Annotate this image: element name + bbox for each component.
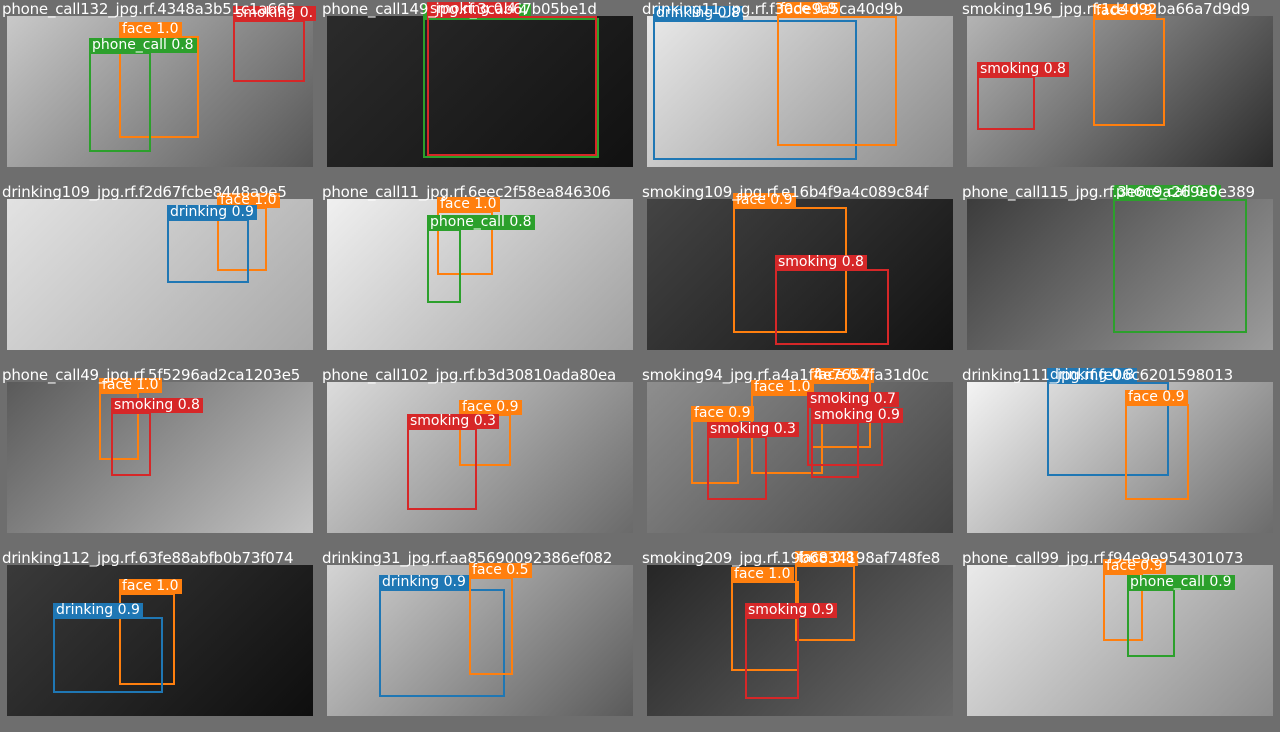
grayscale-photo: face 0.9 phone_call 0.9 xyxy=(967,559,1273,716)
result-tile: face 0.9 smoking 0.8 smoking109_jpg.rf.e16… xyxy=(640,183,960,366)
image-filename: phone_call99_jpg.rf.f94e9e954301073 xyxy=(962,549,1244,567)
bbox-phone-call: phone_call 0.8 xyxy=(1113,185,1247,333)
bbox-face: face 0.9 xyxy=(777,2,897,146)
image-filename: smoking94_jpg.rf.a4a1f4e7654fa31d0c xyxy=(642,366,929,384)
bbox-smoking: smoking 0.8 xyxy=(977,62,1069,130)
grayscale-photo: face 0.9 smoking 0.3 xyxy=(327,382,633,533)
bbox-phone-call: phone_call 0.8 xyxy=(89,38,197,152)
image-filename: phone_call115_jpg.rf.3e6c9a269e0e389 xyxy=(962,183,1255,201)
image-filename: drinking11_jpg.rf.f30de9a5ca40d9b xyxy=(642,0,903,18)
bbox-label: phone_call 0.8 xyxy=(427,215,535,230)
grayscale-photo: face 0.7 face 1.0 smoking 0.7 face 0.9 smoki… xyxy=(647,368,953,533)
bbox-phone-call: phone_call 0.8 xyxy=(427,215,535,303)
image-filename: phone_call132_jpg.rf.4348a3b51c1a665 xyxy=(2,0,296,18)
result-tile: face 0.9 phone_call 0.9 phone_call99_jpg.r… xyxy=(960,549,1280,732)
image-filename: smoking109_jpg.rf.e16b4f9a4c089c84f xyxy=(642,183,929,201)
image-filename: smoking209_jpg.rf.19b6834198af748fe8 xyxy=(642,549,941,567)
result-tile: face 0.7 face 1.0 smoking 0.7 face 0.9 smoki… xyxy=(640,366,960,549)
grayscale-photo: drinking 0.8 face 0.9 xyxy=(647,2,953,167)
bbox-face: face 0.5 xyxy=(469,563,532,675)
grayscale-photo: phone_call 0.8 xyxy=(967,185,1273,350)
bbox-label: drinking 0.9 xyxy=(379,575,469,590)
result-tile: face 1.0 phone_call 0.8 phone_call11_jpg.r… xyxy=(320,183,640,366)
bbox-drinking: drinking 0.9 xyxy=(53,603,163,693)
bbox-label: phone_call 0.8 xyxy=(89,38,197,53)
grayscale-photo: face 1.0 phone_call 0.8 smoking 0. xyxy=(7,6,317,167)
bbox-smoking: smoking 0.8 xyxy=(111,398,203,476)
result-tile: face 0.9 smoking 0.8 smoking196_jpg.rf.1d4… xyxy=(960,0,1280,183)
bbox-smoking: smoking 0.4 xyxy=(427,2,597,156)
bbox-label: face 1.0 xyxy=(119,579,182,594)
grayscale-photo: face 1.0 smoking 0.8 xyxy=(7,378,313,533)
bbox-smoking: smoking 0.3 xyxy=(407,414,499,510)
result-tile: face 1.0 drinking 0.9 drinking109_jpg.rf.f… xyxy=(0,183,320,366)
bbox-label: smoking 0.8 xyxy=(977,62,1069,77)
result-tile: face 1.0 phone_call 0.8 smoking 0. phone_ca… xyxy=(0,0,320,183)
result-tile: phone_call 0.4smoking 0.4phone_call149_j… xyxy=(320,0,640,183)
bbox-smoking: smoking 0.9 xyxy=(811,408,903,478)
bbox-drinking: drinking 0.9 xyxy=(167,205,257,283)
image-filename: phone_call11_jpg.rf.6eec2f58ea846306 xyxy=(322,183,611,201)
bbox-label: smoking 0.8 xyxy=(111,398,203,413)
image-filename: phone_call102_jpg.rf.b3d30810ada80ea xyxy=(322,366,616,384)
bbox-phone-call: phone_call 0.9 xyxy=(1127,575,1235,657)
bbox-face: face 0.9 xyxy=(1093,4,1165,126)
grayscale-photo: face 1.0 drinking 0.9 xyxy=(7,565,313,716)
image-filename: phone_call49_jpg.rf.5f5296ad2ca1203e5 xyxy=(2,366,301,384)
bbox-label: face 0.9 xyxy=(691,406,754,421)
bbox-face: face 0.9 xyxy=(1125,390,1189,500)
image-filename: drinking109_jpg.rf.f2d67fcbe8448a9e5 xyxy=(2,183,287,201)
bbox-smoking: smoking 0.9 xyxy=(745,603,837,699)
image-filename: smoking196_jpg.rf.1d4d92ba66a7d9d9 xyxy=(962,0,1250,18)
bbox-label: phone_call 0.9 xyxy=(1127,575,1235,590)
bbox-label: drinking 0.9 xyxy=(53,603,143,618)
result-tile: drinking 0.9 face 0.5 drinking31_jpg.rf.aa… xyxy=(320,549,640,732)
bbox-label: smoking 0.7 xyxy=(807,392,899,407)
grayscale-photo: drinking 0.9 face 0.5 xyxy=(327,563,633,716)
image-filename: drinking112_jpg.rf.63fe88abfb0b73f074 xyxy=(2,549,294,567)
grayscale-photo: phone_call 0.4smoking 0.4 xyxy=(327,2,633,167)
bbox-label: face 0.9 xyxy=(1125,390,1188,405)
grayscale-photo: face 1.0 phone_call 0.8 xyxy=(327,197,633,350)
detection-results-grid: face 1.0 phone_call 0.8 smoking 0. phone_ca… xyxy=(0,0,1280,732)
image-filename: drinking111_jpg.rf.fe06c6201598013 xyxy=(962,366,1233,384)
bbox-label: drinking 0.9 xyxy=(167,205,257,220)
result-tile: face 0.8 face 1.0 smoking 0.9 smoking209_jp… xyxy=(640,549,960,732)
result-tile: drinking 0.8 face 0.9 drinking11_jpg.rf.f3… xyxy=(640,0,960,183)
result-tile: face 0.9 smoking 0.3 phone_call102_jpg.rf.… xyxy=(320,366,640,549)
bbox-label: face 1.0 xyxy=(119,22,182,37)
result-tile: phone_call 0.8 phone_call115_jpg.rf.3e6c9… xyxy=(960,183,1280,366)
bbox-label: smoking 0.9 xyxy=(745,603,837,618)
grayscale-photo: face 0.9 smoking 0.8 xyxy=(647,193,953,350)
grayscale-photo: face 1.0 drinking 0.9 xyxy=(7,193,313,350)
bbox-smoking: smoking 0.8 xyxy=(775,255,889,345)
grayscale-photo: face 0.9 smoking 0.8 xyxy=(967,4,1273,167)
bbox-smoking: smoking 0.3 xyxy=(707,422,799,500)
image-filename: drinking31_jpg.rf.aa85690092386ef082 xyxy=(322,549,613,567)
result-tile: face 1.0 smoking 0.8 phone_call49_jpg.rf.5… xyxy=(0,366,320,549)
bbox-label: smoking 0.3 xyxy=(707,422,799,437)
result-tile: face 1.0 drinking 0.9 drinking112_jpg.rf.6… xyxy=(0,549,320,732)
grayscale-photo: face 0.8 face 1.0 smoking 0.9 xyxy=(647,551,953,716)
result-tile: drinking 0.8 face 0.9 drinking111_jpg.rf.f… xyxy=(960,366,1280,549)
bbox-label: face 1.0 xyxy=(731,567,794,582)
image-filename: phone_call149_jpg.rf.3cab67b05be1d xyxy=(322,0,597,18)
grayscale-photo: drinking 0.8 face 0.9 xyxy=(967,368,1273,533)
bbox-label: smoking 0.9 xyxy=(811,408,903,423)
bbox-smoking: smoking 0. xyxy=(233,6,317,82)
bbox-label: smoking 0.3 xyxy=(407,414,499,429)
bbox-label: smoking 0.8 xyxy=(775,255,867,270)
